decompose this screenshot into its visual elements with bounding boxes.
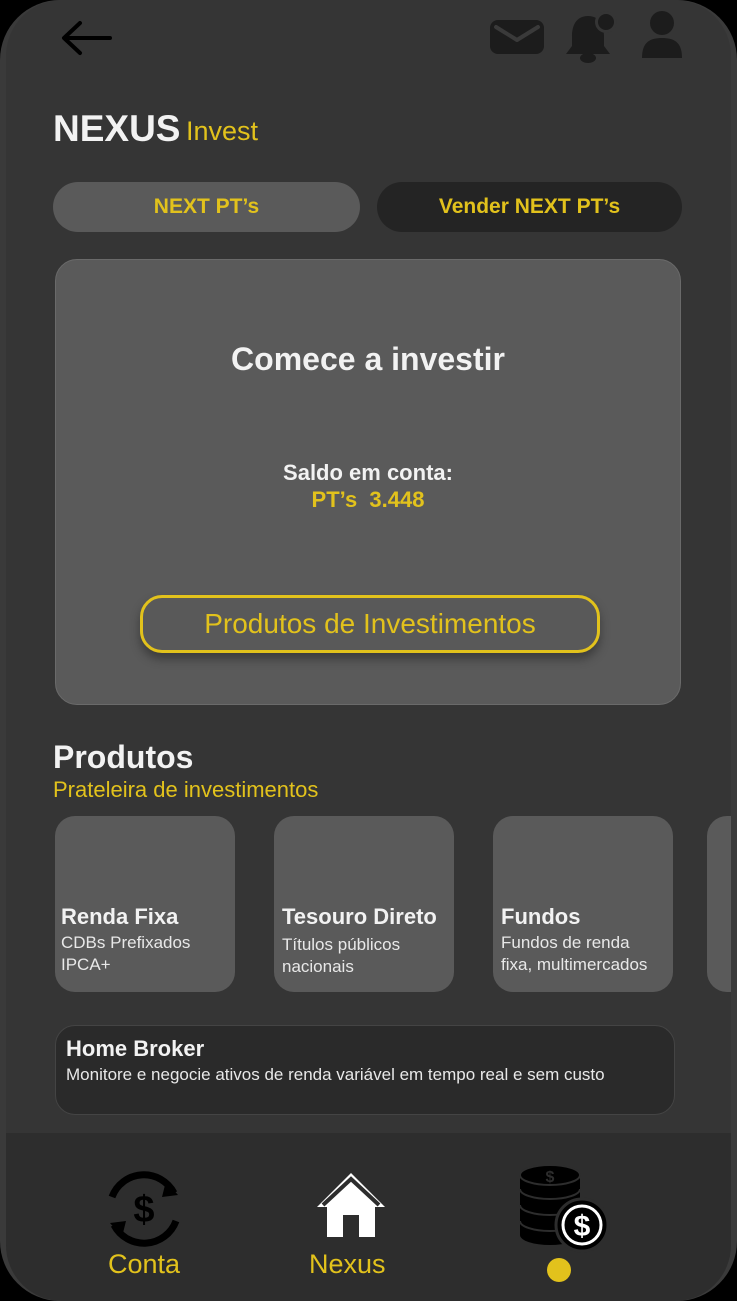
brand-sub: Invest [186,116,259,146]
product-line-1: Fundos de renda [501,933,630,952]
bell-icon[interactable] [564,10,620,64]
product-title: Renda Fixa [61,904,179,929]
product-card-renda-fixa[interactable]: Renda Fixa CDBs Prefixados IPCA+ [55,816,235,992]
products-title: Produtos [53,739,194,775]
phone-frame: NEXUS Invest NEXT PT’s Vender NEXT PT’s … [0,0,737,1301]
coins-icon: $ $ [519,1165,610,1253]
brand-main: NEXUS [53,108,181,149]
product-line-2: fixa, multimercados [501,955,648,974]
app-screen: NEXUS Invest NEXT PT’s Vender NEXT PT’s … [6,0,731,1301]
home-broker-title: Home Broker [66,1036,205,1061]
tab-vender-label: Vender NEXT PT’s [438,195,621,218]
home-broker-card[interactable]: Home Broker Monitore e negocie ativos de… [55,1025,675,1115]
product-line-2: IPCA+ [61,955,111,974]
hero-title: Comece a investir [231,341,505,377]
svg-text:$: $ [546,1169,555,1186]
product-line-1: CDBs Prefixados [61,933,191,952]
investment-products-button[interactable]: Produtos de Investimentos [140,595,600,653]
tab-vender-next-pts[interactable]: Vender NEXT PT’s [377,182,682,232]
investment-products-label: Produtos de Investimentos [204,608,536,639]
product-card-partial[interactable] [707,816,731,992]
bottom-nav: $ Conta Nexus $ $ [6,1133,731,1301]
nav-label-nexus: Nexus [309,1249,386,1279]
home-icon [317,1173,385,1237]
product-card-tesouro-direto[interactable]: Tesouro Direto Títulos públicos nacionai… [274,816,454,992]
product-card-fundos[interactable]: Fundos Fundos de renda fixa, multimercad… [493,816,673,992]
user-icon[interactable] [640,10,684,58]
nav-item-investments[interactable]: $ $ [514,1163,614,1283]
tab-next-pts[interactable]: NEXT PT’s [53,182,360,232]
product-title: Fundos [501,904,581,929]
product-line-1: Títulos públicos [282,935,401,954]
product-line-2: nacionais [282,957,354,976]
tab-next-pts-label: NEXT PT’s [153,195,260,218]
products-subtitle: Prateleira de investimentos [53,777,319,802]
product-description: CDBs Prefixados IPCA+ [61,932,231,976]
product-description: Fundos de renda fixa, multimercados [501,932,671,976]
svg-text:$: $ [133,1189,154,1231]
active-indicator-dot [547,1258,571,1282]
balance-value: PT’s 3.448 [311,487,425,512]
product-description: Títulos públicos nacionais [282,934,452,978]
balance-label: Saldo em conta: [283,460,453,485]
mail-icon[interactable] [490,20,544,54]
svg-text:$: $ [574,1210,591,1243]
nav-item-nexus[interactable]: Nexus [301,1163,411,1283]
dollar-cycle-icon: $ [108,1171,180,1247]
nav-item-conta[interactable]: $ Conta [96,1163,196,1283]
home-broker-description: Monitore e negocie ativos de renda variá… [66,1065,605,1084]
back-arrow-icon[interactable] [58,18,114,58]
product-title: Tesouro Direto [282,904,437,929]
nav-label-conta: Conta [108,1249,181,1279]
